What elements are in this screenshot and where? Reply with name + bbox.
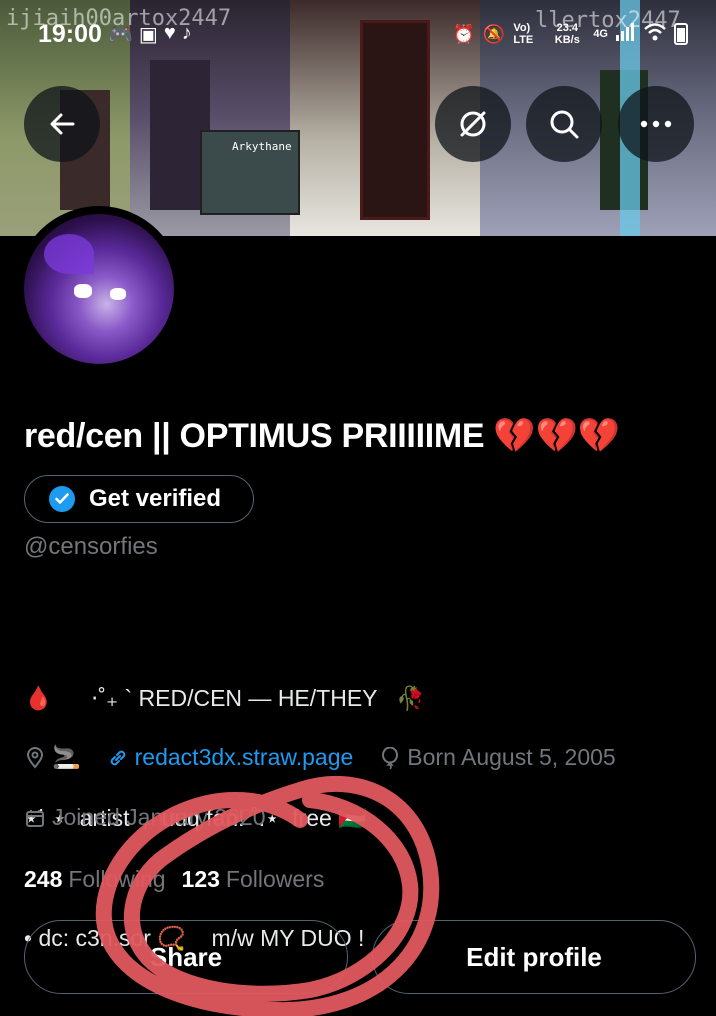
get-verified-button[interactable]: Get verified — [24, 475, 254, 523]
battery-icon — [674, 23, 688, 45]
back-button[interactable] — [24, 86, 100, 162]
mute-icon: 🔕 — [482, 23, 506, 44]
profile-meta: 🚬 redact3dx.straw.page Born August 5, 20… — [24, 744, 616, 771]
signal-icon — [616, 22, 636, 46]
grok-button[interactable] — [435, 86, 511, 162]
status-time: 19:00 — [38, 20, 102, 48]
avatar-image — [24, 214, 174, 364]
avatar[interactable] — [16, 206, 182, 372]
bio-line: 🩸 ⋅˚₊ ` RED/CEN — HE/THEY 🥀 — [24, 685, 425, 711]
display-name: red/cen || OPTIMUS PRIIIIIME 💔💔💔 — [24, 416, 620, 456]
get-verified-label: Get verified — [89, 485, 222, 512]
follow-stats: 248 Following 123 Followers — [24, 866, 324, 893]
website-link[interactable]: redact3dx.straw.page — [135, 744, 354, 771]
status-bar: 19:00 🎮 ▣ ♥ ♪ ⏰ 🔕 Vo) LTE 23.4 KB/s 4G — [0, 0, 716, 70]
display-name-emoji: 💔💔💔 — [493, 417, 620, 455]
location-text: 🚬 — [52, 744, 81, 770]
verified-badge-icon — [49, 486, 75, 512]
more-button[interactable] — [618, 86, 694, 162]
profile-actions: Share Edit profile — [24, 920, 696, 994]
gamepad-icon: 🎮 — [108, 24, 133, 46]
system-icons: ⏰ 🔕 Vo) LTE 23.4 KB/s 4G — [452, 22, 688, 46]
edit-profile-button[interactable]: Edit profile — [372, 920, 696, 994]
following-count: 248 — [24, 866, 63, 892]
more-dots-icon — [640, 120, 672, 128]
network-gen: 4G — [593, 28, 608, 40]
birthday-balloon-icon — [379, 746, 401, 769]
slash-circle-icon — [460, 111, 486, 137]
banner-sign-text: Arkythane — [232, 140, 292, 153]
search-button[interactable] — [526, 86, 602, 162]
heart-icon: ♥ — [163, 22, 176, 44]
location-icon — [24, 746, 46, 769]
followers-label: Followers — [225, 866, 325, 892]
tiktok-icon: ♪ — [181, 22, 192, 44]
user-handle: @censorfies — [24, 533, 158, 560]
back-arrow-icon — [50, 113, 75, 135]
display-name-text: red/cen || OPTIMUS PRIIIIIME — [24, 417, 485, 455]
followers-link[interactable]: 123 Followers — [182, 866, 325, 893]
wifi-icon — [644, 22, 666, 46]
alarm-icon: ⏰ — [452, 23, 475, 44]
following-label: Following — [68, 866, 166, 892]
joined-text: Joined January 2020 — [52, 804, 266, 830]
calendar-icon — [24, 807, 46, 829]
data-rate: 23.4 KB/s — [554, 22, 580, 46]
share-button[interactable]: Share — [24, 920, 348, 994]
search-icon — [550, 110, 579, 139]
followers-count: 123 — [181, 866, 220, 892]
app-icon: ▣ — [138, 24, 158, 46]
following-link[interactable]: 248 Following — [24, 866, 166, 893]
notification-icons: 🎮 ▣ ♥ ♪ — [108, 22, 192, 47]
network-lte: Vo) LTE — [513, 22, 534, 46]
link-icon — [107, 747, 129, 769]
profile-meta-joined: Joined January 2020 — [24, 804, 266, 831]
birthday-text: Born August 5, 2005 — [407, 744, 616, 770]
